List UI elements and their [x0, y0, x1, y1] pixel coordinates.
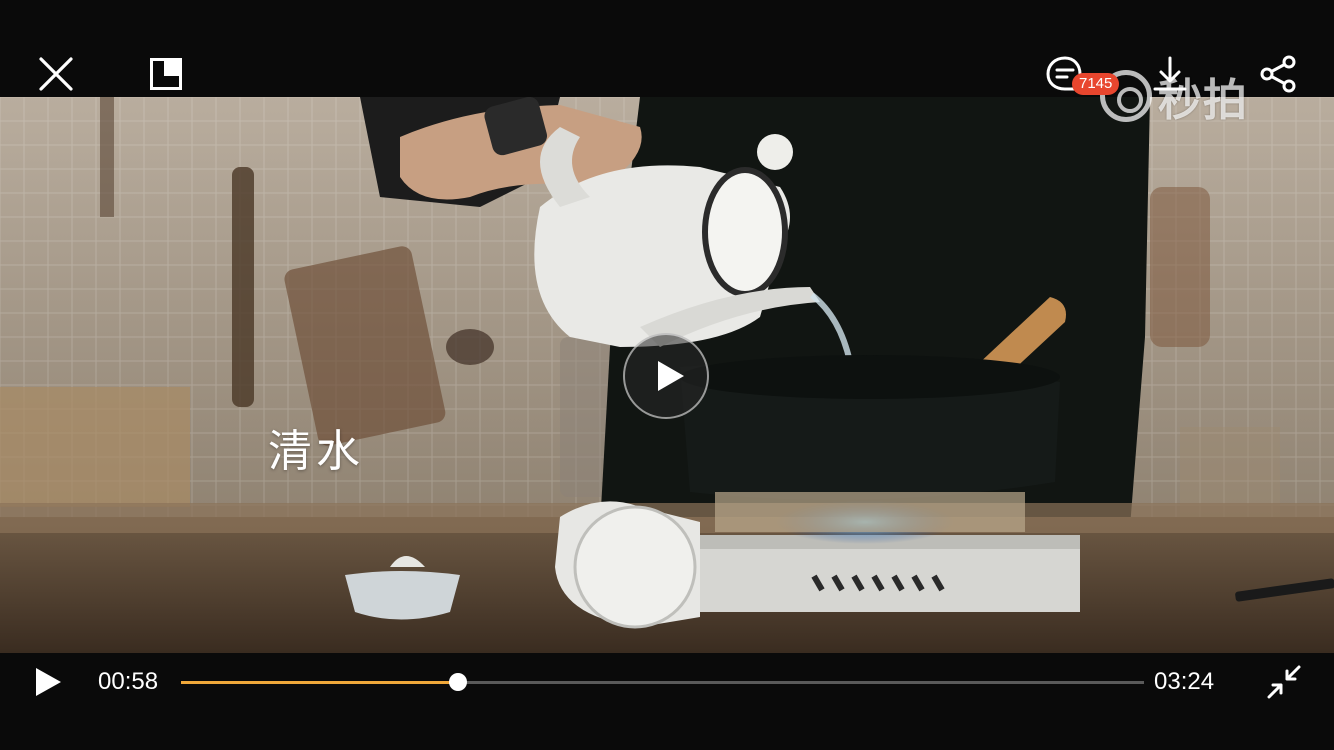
current-time: 00:58 [98, 668, 159, 695]
progress-fill [181, 681, 459, 684]
exit-fullscreen-button[interactable] [1264, 662, 1304, 702]
comment-count-badge: 7145 [1072, 73, 1120, 95]
bottom-control-bar [0, 653, 1334, 750]
exit-fullscreen-icon [1267, 665, 1301, 699]
close-icon [39, 57, 73, 91]
picture-in-picture-icon [150, 58, 182, 90]
close-button[interactable] [34, 52, 78, 96]
center-play-button[interactable] [623, 333, 709, 419]
play-button[interactable] [28, 662, 68, 702]
video-subtitle: 清水 [268, 426, 364, 477]
download-button[interactable] [1148, 52, 1192, 96]
top-bar [0, 0, 1334, 97]
play-icon [36, 668, 61, 696]
picture-in-picture-button[interactable] [144, 52, 188, 96]
download-icon [1153, 56, 1187, 91]
progress-track[interactable] [181, 681, 1144, 684]
share-button[interactable] [1256, 52, 1300, 96]
duration: 03:24 [1154, 668, 1215, 695]
share-icon [1260, 55, 1296, 93]
